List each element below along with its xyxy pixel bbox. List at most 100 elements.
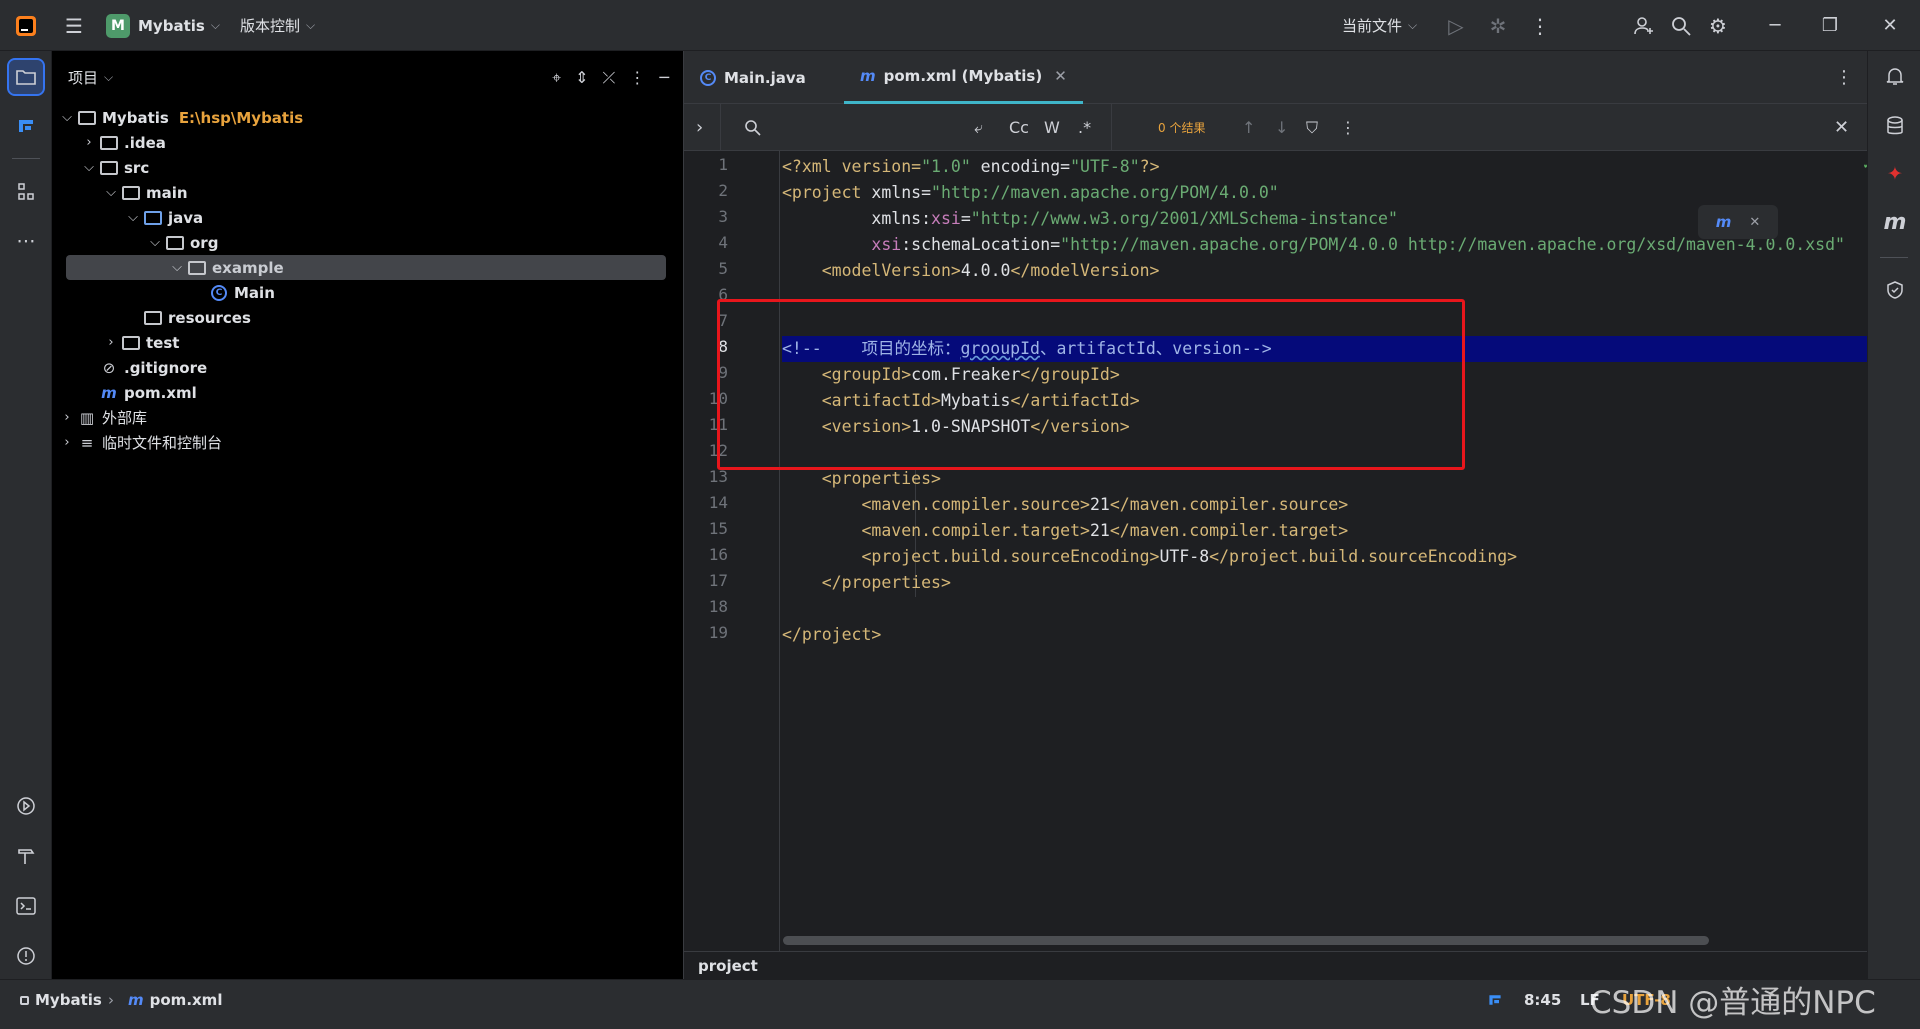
- chevron-down-icon[interactable]: ⌵: [58, 110, 76, 125]
- caret-position[interactable]: 8:45: [1524, 980, 1561, 1020]
- chevron-right-icon[interactable]: ›: [58, 435, 76, 450]
- code-with-me-icon[interactable]: [9, 109, 43, 143]
- find-input[interactable]: [774, 114, 924, 141]
- collapse-all-icon[interactable]: ⤫: [603, 68, 616, 88]
- run-icon[interactable]: ▷: [1440, 0, 1472, 51]
- vcs-menu[interactable]: 版本控制 ⌵: [240, 0, 315, 51]
- project-tool-folder-icon[interactable]: [7, 58, 45, 96]
- plugin-icon[interactable]: ✦: [1878, 157, 1912, 191]
- regex-toggle[interactable]: .*: [1078, 104, 1091, 151]
- minimize-icon[interactable]: ─: [1755, 0, 1795, 51]
- services-icon[interactable]: [9, 789, 43, 823]
- whole-words-toggle[interactable]: W: [1044, 104, 1060, 151]
- close-icon[interactable]: ✕: [1749, 215, 1760, 230]
- tree-item-example[interactable]: ⌵ example: [66, 255, 666, 280]
- code-line: </properties>: [782, 573, 951, 592]
- tree-label: .idea: [124, 133, 166, 152]
- more-tools-icon[interactable]: ⋯: [9, 224, 43, 258]
- chevron-right-icon[interactable]: ›: [58, 410, 76, 425]
- line-number: 14: [708, 493, 728, 512]
- tree-item-src[interactable]: ⌵ src: [80, 155, 149, 180]
- tree-item-idea[interactable]: › .idea: [80, 130, 166, 155]
- tree-item-main[interactable]: ⌵ main: [102, 180, 188, 205]
- chevron-down-icon[interactable]: ⌵: [146, 235, 164, 250]
- tab-options-icon[interactable]: ⋮: [1835, 51, 1853, 104]
- ide-logo-icon[interactable]: [10, 0, 42, 51]
- project-panel-title[interactable]: 项目: [68, 67, 98, 88]
- chevron-down-icon[interactable]: ⌵: [102, 185, 120, 200]
- tree-label: 临时文件和控制台: [102, 434, 223, 452]
- settings-icon[interactable]: ⚙: [1702, 0, 1734, 51]
- tab-main-java[interactable]: C Main.java: [700, 51, 826, 104]
- notifications-icon[interactable]: [1878, 59, 1912, 93]
- chevron-right-icon[interactable]: ›: [102, 335, 120, 350]
- search-icon[interactable]: [744, 104, 762, 151]
- tree-item-mybatis[interactable]: ⌵ Mybatis E:\hsp\Mybatis: [58, 105, 303, 130]
- tree-item-test[interactable]: › test: [102, 330, 179, 355]
- chevron-down-icon[interactable]: ⌵: [124, 210, 142, 225]
- status-breadcrumb-project[interactable]: Mybatis: [20, 980, 102, 1020]
- problems-icon[interactable]: [9, 939, 43, 973]
- expand-all-icon[interactable]: ⇕: [575, 68, 588, 87]
- code-breadcrumb[interactable]: project: [684, 951, 1867, 979]
- tree-item-gitignore[interactable]: ⊘ .gitignore: [80, 355, 207, 380]
- maven-tool-icon[interactable]: m: [1878, 205, 1912, 239]
- restore-icon[interactable]: ❐: [1810, 0, 1850, 51]
- editor: C Main.java m pom.xml (Mybatis) ✕ ⋮ › ⤶ …: [684, 51, 1867, 979]
- terminal-icon[interactable]: [9, 889, 43, 923]
- tree-item-java[interactable]: ⌵ java: [124, 205, 203, 230]
- tab-label: pom.xml (Mybatis): [883, 67, 1043, 85]
- tree-item-external-libs[interactable]: › ▥ 外部库: [58, 405, 147, 430]
- code-line: <maven.compiler.source>21</maven.compile…: [782, 495, 1349, 514]
- tree-label: pom.xml: [124, 383, 197, 402]
- status-file-label: pom.xml: [149, 991, 223, 1009]
- next-match-icon[interactable]: ↓: [1275, 104, 1288, 151]
- tree-item-scratches[interactable]: › ≡ 临时文件和控制台: [58, 430, 222, 455]
- code-line: <project xmlns="http://maven.apache.org/…: [782, 183, 1279, 202]
- chevron-right-icon[interactable]: ›: [696, 104, 703, 151]
- code-area[interactable]: <?xml version="1.0" encoding="UTF-8"?> <…: [782, 151, 1867, 979]
- structure-icon[interactable]: [9, 175, 43, 209]
- build-hammer-icon[interactable]: [9, 839, 43, 873]
- locate-file-icon[interactable]: ⌖: [552, 68, 561, 88]
- project-name: Mybatis: [138, 16, 205, 35]
- folder-icon: [98, 134, 120, 152]
- close-window-icon[interactable]: ✕: [1870, 0, 1910, 51]
- add-user-icon[interactable]: [1628, 0, 1660, 51]
- project-panel: 项目 ⌵ ⌖ ⇕ ⤫ ⋮ ─ ⌵ Mybatis E:\hsp\Mybatis …: [52, 51, 684, 979]
- horizontal-scrollbar[interactable]: [783, 936, 1709, 945]
- main-menu-icon[interactable]: ☰: [58, 0, 90, 51]
- status-breadcrumb-file[interactable]: m pom.xml: [128, 980, 222, 1020]
- chevron-down-icon[interactable]: ⌵: [80, 160, 98, 175]
- tree-item-main-class[interactable]: C Main: [190, 280, 275, 305]
- debug-icon[interactable]: ✲: [1482, 0, 1514, 51]
- ignore-file-icon: ⊘: [102, 358, 116, 377]
- tree-item-pom[interactable]: m pom.xml: [80, 380, 197, 405]
- find-options-icon[interactable]: ⋮: [1340, 104, 1356, 151]
- code-with-me-status-icon[interactable]: [1486, 980, 1504, 1020]
- chevron-down-icon[interactable]: ⌵: [104, 70, 113, 85]
- line-number: 19: [708, 623, 728, 642]
- options-icon[interactable]: ⋮: [629, 68, 645, 87]
- filter-icon[interactable]: ⛉: [1306, 104, 1318, 151]
- match-case-toggle[interactable]: Cc: [1009, 104, 1029, 151]
- database-icon[interactable]: [1878, 109, 1912, 143]
- close-tab-icon[interactable]: ✕: [1054, 67, 1067, 85]
- tree-item-resources[interactable]: resources: [124, 305, 251, 330]
- search-icon[interactable]: [1665, 0, 1697, 51]
- more-actions-icon[interactable]: ⋮: [1524, 0, 1556, 51]
- class-icon: C: [208, 284, 230, 302]
- code-line: <maven.compiler.target>21</maven.compile…: [782, 521, 1349, 540]
- match-newline-icon[interactable]: ⤶: [974, 104, 983, 151]
- tree-item-org[interactable]: ⌵ org: [146, 230, 218, 255]
- tab-pom-xml[interactable]: m pom.xml (Mybatis) ✕: [844, 51, 1083, 104]
- chevron-right-icon[interactable]: ›: [80, 135, 98, 150]
- shield-icon[interactable]: [1878, 273, 1912, 307]
- previous-match-icon[interactable]: ↑: [1242, 104, 1255, 151]
- maven-reload-icon[interactable]: m: [1716, 213, 1732, 231]
- run-config-select[interactable]: 当前文件 ⌵: [1342, 0, 1417, 51]
- close-find-icon[interactable]: ✕: [1834, 104, 1849, 151]
- chevron-down-icon[interactable]: ⌵: [168, 260, 186, 275]
- project-switcher[interactable]: M Mybatis ⌵: [106, 0, 220, 51]
- hide-panel-icon[interactable]: ─: [659, 68, 669, 87]
